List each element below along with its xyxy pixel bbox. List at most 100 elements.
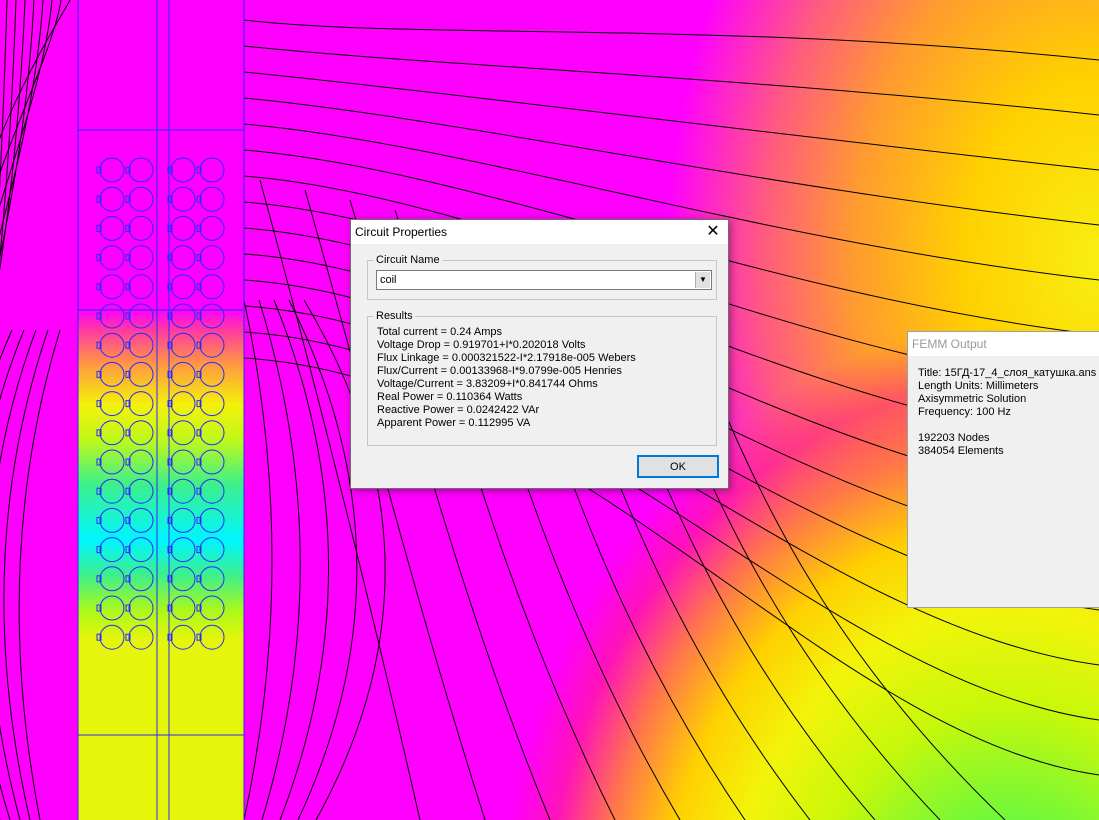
- flux-line: [0, 329, 13, 820]
- circuit-name-value: coil: [380, 274, 397, 286]
- circuit-properties-dialog: Circuit Properties ✕ Circuit Name coil ▼…: [350, 219, 729, 489]
- coil-turn: [99, 595, 125, 621]
- result-line: Voltage/Current = 3.83209+I*0.841744 Ohm…: [377, 378, 598, 390]
- results-list: Total current = 0.24 Amps Voltage Drop =…: [377, 326, 636, 430]
- coil-turn: [199, 332, 225, 358]
- coil-turn: [128, 449, 154, 475]
- coil-turn: [170, 215, 196, 241]
- results-label: Results: [374, 310, 415, 322]
- coil-turn: [99, 361, 125, 387]
- coil-turn: [199, 186, 225, 212]
- coil-turn: [170, 332, 196, 358]
- coil-turn: [99, 420, 125, 446]
- coil-turn: [128, 274, 154, 300]
- coil-turn: [170, 157, 196, 183]
- coil-turn: [128, 420, 154, 446]
- coil-turn: [199, 449, 225, 475]
- flux-line: [0, 0, 53, 207]
- circuit-name-group: Circuit Name coil ▼: [367, 254, 717, 300]
- coil-turn: [99, 274, 125, 300]
- result-line: Reactive Power = 0.0242422 VAr: [377, 404, 540, 416]
- output-line: 192203 Nodes: [918, 432, 990, 444]
- circuit-name-select[interactable]: coil ▼: [376, 270, 712, 290]
- coil-turn: [128, 537, 154, 563]
- results-group: Results Total current = 0.24 Amps Voltag…: [367, 310, 717, 446]
- coil-turn: [128, 361, 154, 387]
- coil-turn: [99, 566, 125, 592]
- coil-turn: [99, 332, 125, 358]
- femm-output-title: FEMM Output: [912, 337, 987, 351]
- chevron-down-icon[interactable]: ▼: [695, 272, 710, 288]
- coil-turn: [128, 332, 154, 358]
- coil-turn: [170, 507, 196, 533]
- coil-turn: [170, 566, 196, 592]
- coil-turn: [199, 361, 225, 387]
- coil-turn: [170, 420, 196, 446]
- result-line: Total current = 0.24 Amps: [377, 326, 503, 338]
- flux-line: [18, 329, 61, 820]
- coil-turn: [128, 215, 154, 241]
- coil-turn: [170, 274, 196, 300]
- coil-turn: [170, 449, 196, 475]
- femm-output-titlebar[interactable]: FEMM Output: [908, 332, 1099, 356]
- ok-button[interactable]: OK: [637, 455, 719, 478]
- result-line: Voltage Drop = 0.919701+I*0.202018 Volts: [377, 339, 586, 351]
- coil-turn: [99, 478, 125, 504]
- close-icon[interactable]: ✕: [698, 220, 728, 244]
- flux-line: [0, 0, 17, 262]
- flux-line: [288, 299, 358, 820]
- coil-turn: [128, 507, 154, 533]
- coil-turn: [128, 157, 154, 183]
- coil-turn: [99, 449, 125, 475]
- flux-line: [243, 19, 1099, 61]
- flux-line: [3, 329, 49, 820]
- flux-line: [258, 299, 301, 820]
- coil-turn: [128, 245, 154, 271]
- flux-line: [243, 45, 1099, 116]
- coil-turn: [99, 537, 125, 563]
- coil-turn: [170, 391, 196, 417]
- coil-turn: [199, 566, 225, 592]
- flux-line: [0, 329, 37, 820]
- output-line: Frequency: 100 Hz: [918, 406, 1011, 418]
- coil-turn: [128, 303, 154, 329]
- coil-turn: [170, 624, 196, 650]
- coil-turn: [170, 186, 196, 212]
- result-line: Real Power = 0.110364 Watts: [377, 391, 523, 403]
- coil-turn: [199, 157, 225, 183]
- flux-line: [243, 299, 273, 820]
- coil-turn: [199, 507, 225, 533]
- coil-turn: [170, 245, 196, 271]
- coil-turn: [170, 595, 196, 621]
- coil-turn: [99, 507, 125, 533]
- dialog-titlebar[interactable]: Circuit Properties ✕: [351, 220, 728, 244]
- coil-turn: [99, 624, 125, 650]
- dialog-title: Circuit Properties: [355, 225, 448, 239]
- coil-turn: [170, 478, 196, 504]
- flux-line: [243, 71, 1099, 171]
- coil-turn: [199, 245, 225, 271]
- coil-turn: [99, 157, 125, 183]
- coil-turn: [199, 478, 225, 504]
- output-line: 384054 Elements: [918, 445, 1004, 457]
- coil-turn: [199, 537, 225, 563]
- coil-turn: [128, 595, 154, 621]
- result-line: Apparent Power = 0.112995 VA: [377, 417, 531, 429]
- coil-turn: [199, 274, 225, 300]
- coil-turn: [99, 245, 125, 271]
- circuit-name-label: Circuit Name: [374, 254, 442, 266]
- result-line: Flux/Current = 0.00133968-I*9.0799e-005 …: [377, 365, 622, 377]
- femm-output-text: Title: 15ГД-17_4_слоя_катушка.ans Length…: [918, 367, 1096, 458]
- coil-turn: [128, 391, 154, 417]
- coil-turn: [99, 215, 125, 241]
- coil-turn: [128, 566, 154, 592]
- flux-line: [0, 0, 8, 191]
- coil-turn: [99, 391, 125, 417]
- femm-output-window: FEMM Output Title: 15ГД-17_4_слоя_катушк…: [907, 331, 1099, 608]
- output-line: Axisymmetric Solution: [918, 393, 1027, 405]
- output-line: Title: 15ГД-17_4_слоя_катушка.ans: [918, 367, 1097, 379]
- coil-turn: [199, 624, 225, 650]
- coil-turn: [199, 420, 225, 446]
- coil-turn: [170, 303, 196, 329]
- coil-turn: [199, 303, 225, 329]
